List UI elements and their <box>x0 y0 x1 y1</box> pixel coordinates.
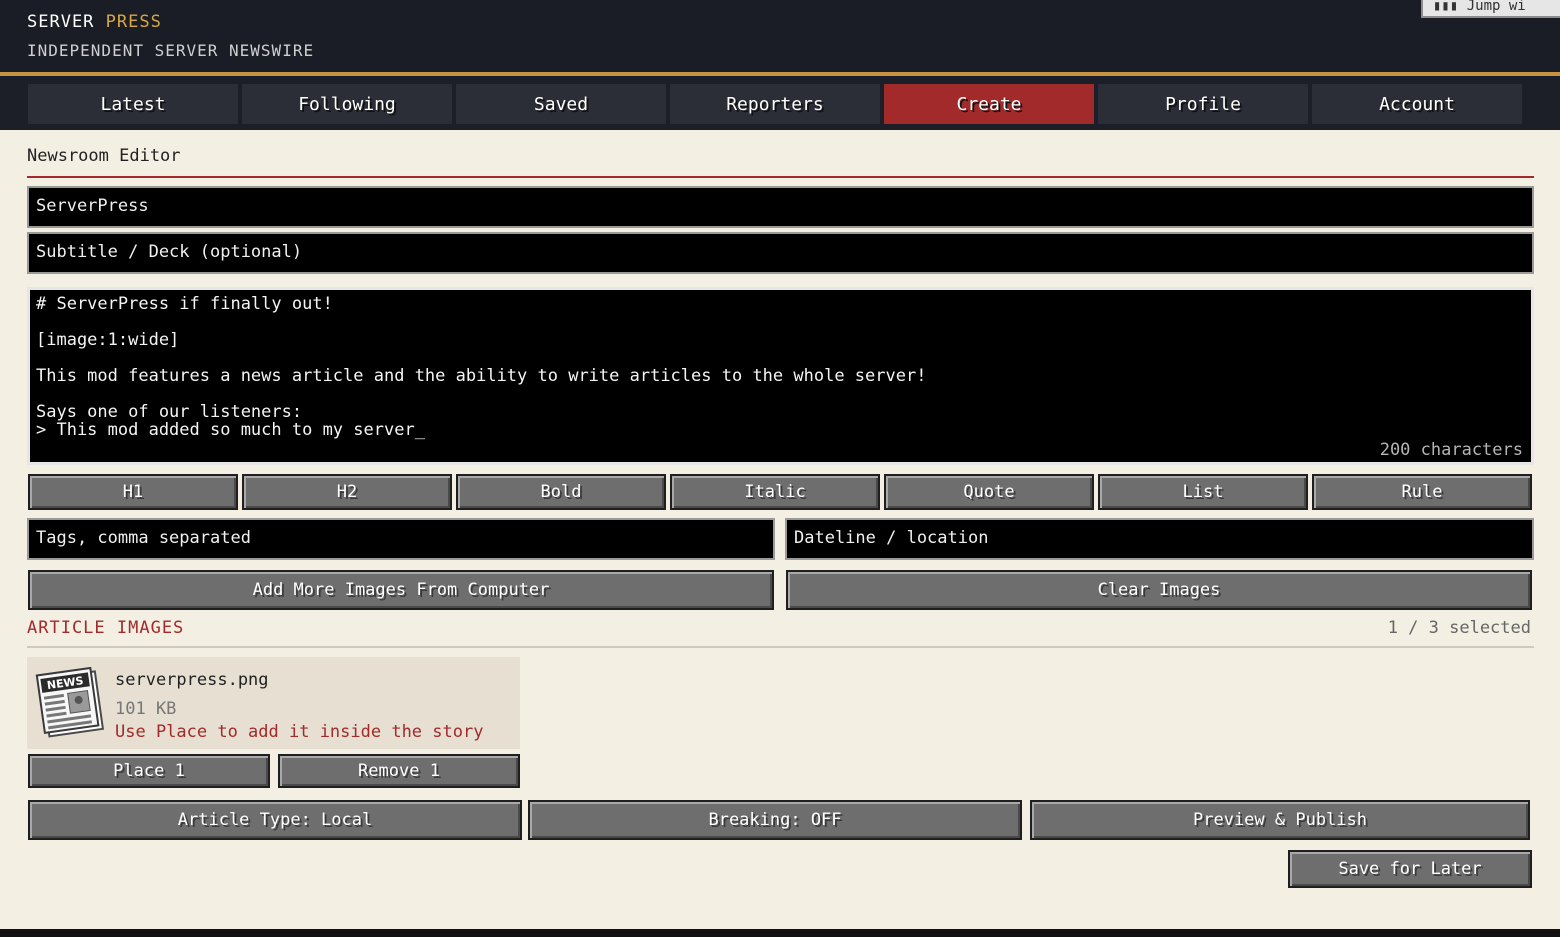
format-h1-button[interactable]: H1 <box>28 474 238 510</box>
article-type-button[interactable]: Article Type: Local <box>28 800 522 840</box>
format-list-button[interactable]: List <box>1098 474 1308 510</box>
jump-button-label: Jump wi <box>1466 0 1526 14</box>
place-image-button[interactable]: Place 1 <box>28 754 270 788</box>
bottom-bar <box>0 929 1560 937</box>
tab-following[interactable]: Following <box>242 84 452 124</box>
body-line: This mod features a news article and the… <box>36 366 927 386</box>
newspaper-icon: NEWS <box>35 667 105 738</box>
format-h2-button[interactable]: H2 <box>242 474 452 510</box>
tab-saved[interactable]: Saved <box>456 84 666 124</box>
brand-tagline: INDEPENDENT SERVER NEWSWIRE <box>27 41 315 60</box>
tab-create[interactable]: Create <box>884 84 1094 124</box>
article-images-label: ARTICLE IMAGES <box>27 618 185 638</box>
format-rule-button[interactable]: Rule <box>1312 474 1532 510</box>
headline-input[interactable]: ServerPress <box>27 186 1534 228</box>
format-italic-button[interactable]: Italic <box>670 474 880 510</box>
image-card[interactable]: NEWS serverpress.png 101 KB Use Place to… <box>27 657 520 749</box>
breaking-toggle-button[interactable]: Breaking: OFF <box>528 800 1022 840</box>
clear-images-button[interactable]: Clear Images <box>786 570 1532 610</box>
add-images-button[interactable]: Add More Images From Computer <box>28 570 774 610</box>
image-hint: Use Place to add it inside the story <box>115 722 484 742</box>
format-quote-button[interactable]: Quote <box>884 474 1094 510</box>
body-line: [image:1:wide] <box>36 330 180 350</box>
image-filename: serverpress.png <box>115 670 269 690</box>
save-for-later-button[interactable]: Save for Later <box>1288 850 1532 888</box>
preview-publish-button[interactable]: Preview & Publish <box>1030 800 1530 840</box>
main-nav: Latest Following Saved Reporters Create … <box>0 76 1560 130</box>
dateline-input[interactable]: Dateline / location <box>785 518 1534 560</box>
remove-image-button[interactable]: Remove 1 <box>278 754 520 788</box>
jump-button[interactable]: ▮▮▮ Jump wi <box>1421 0 1560 18</box>
tab-profile[interactable]: Profile <box>1098 84 1308 124</box>
character-count: 200 characters <box>1379 440 1523 460</box>
brand-word-server: SERVER <box>27 12 95 32</box>
images-selected-count: 1 / 3 selected <box>1387 618 1531 638</box>
image-filesize: 101 KB <box>115 699 177 719</box>
section-title: Newsroom Editor <box>27 146 181 166</box>
tab-account[interactable]: Account <box>1312 84 1522 124</box>
tags-input[interactable]: Tags, comma separated <box>27 518 775 560</box>
brand-logo: SERVER PRESS <box>27 12 162 32</box>
format-bold-button[interactable]: Bold <box>456 474 666 510</box>
app-header: SERVER PRESS INDEPENDENT SERVER NEWSWIRE… <box>0 0 1560 76</box>
subtitle-input[interactable]: Subtitle / Deck (optional) <box>27 232 1534 274</box>
jump-icon: ▮▮▮ <box>1433 0 1467 14</box>
body-line: > This mod added so much to my server_ <box>36 420 425 440</box>
article-body-editor[interactable]: # ServerPress if finally out! [image:1:w… <box>27 287 1534 465</box>
tab-reporters[interactable]: Reporters <box>670 84 880 124</box>
tab-latest[interactable]: Latest <box>28 84 238 124</box>
section-divider <box>27 176 1534 178</box>
images-divider <box>27 646 1534 648</box>
brand-word-press: PRESS <box>105 12 162 32</box>
body-line: Says one of our listeners: <box>36 402 303 422</box>
body-line: # ServerPress if finally out! <box>36 294 333 314</box>
